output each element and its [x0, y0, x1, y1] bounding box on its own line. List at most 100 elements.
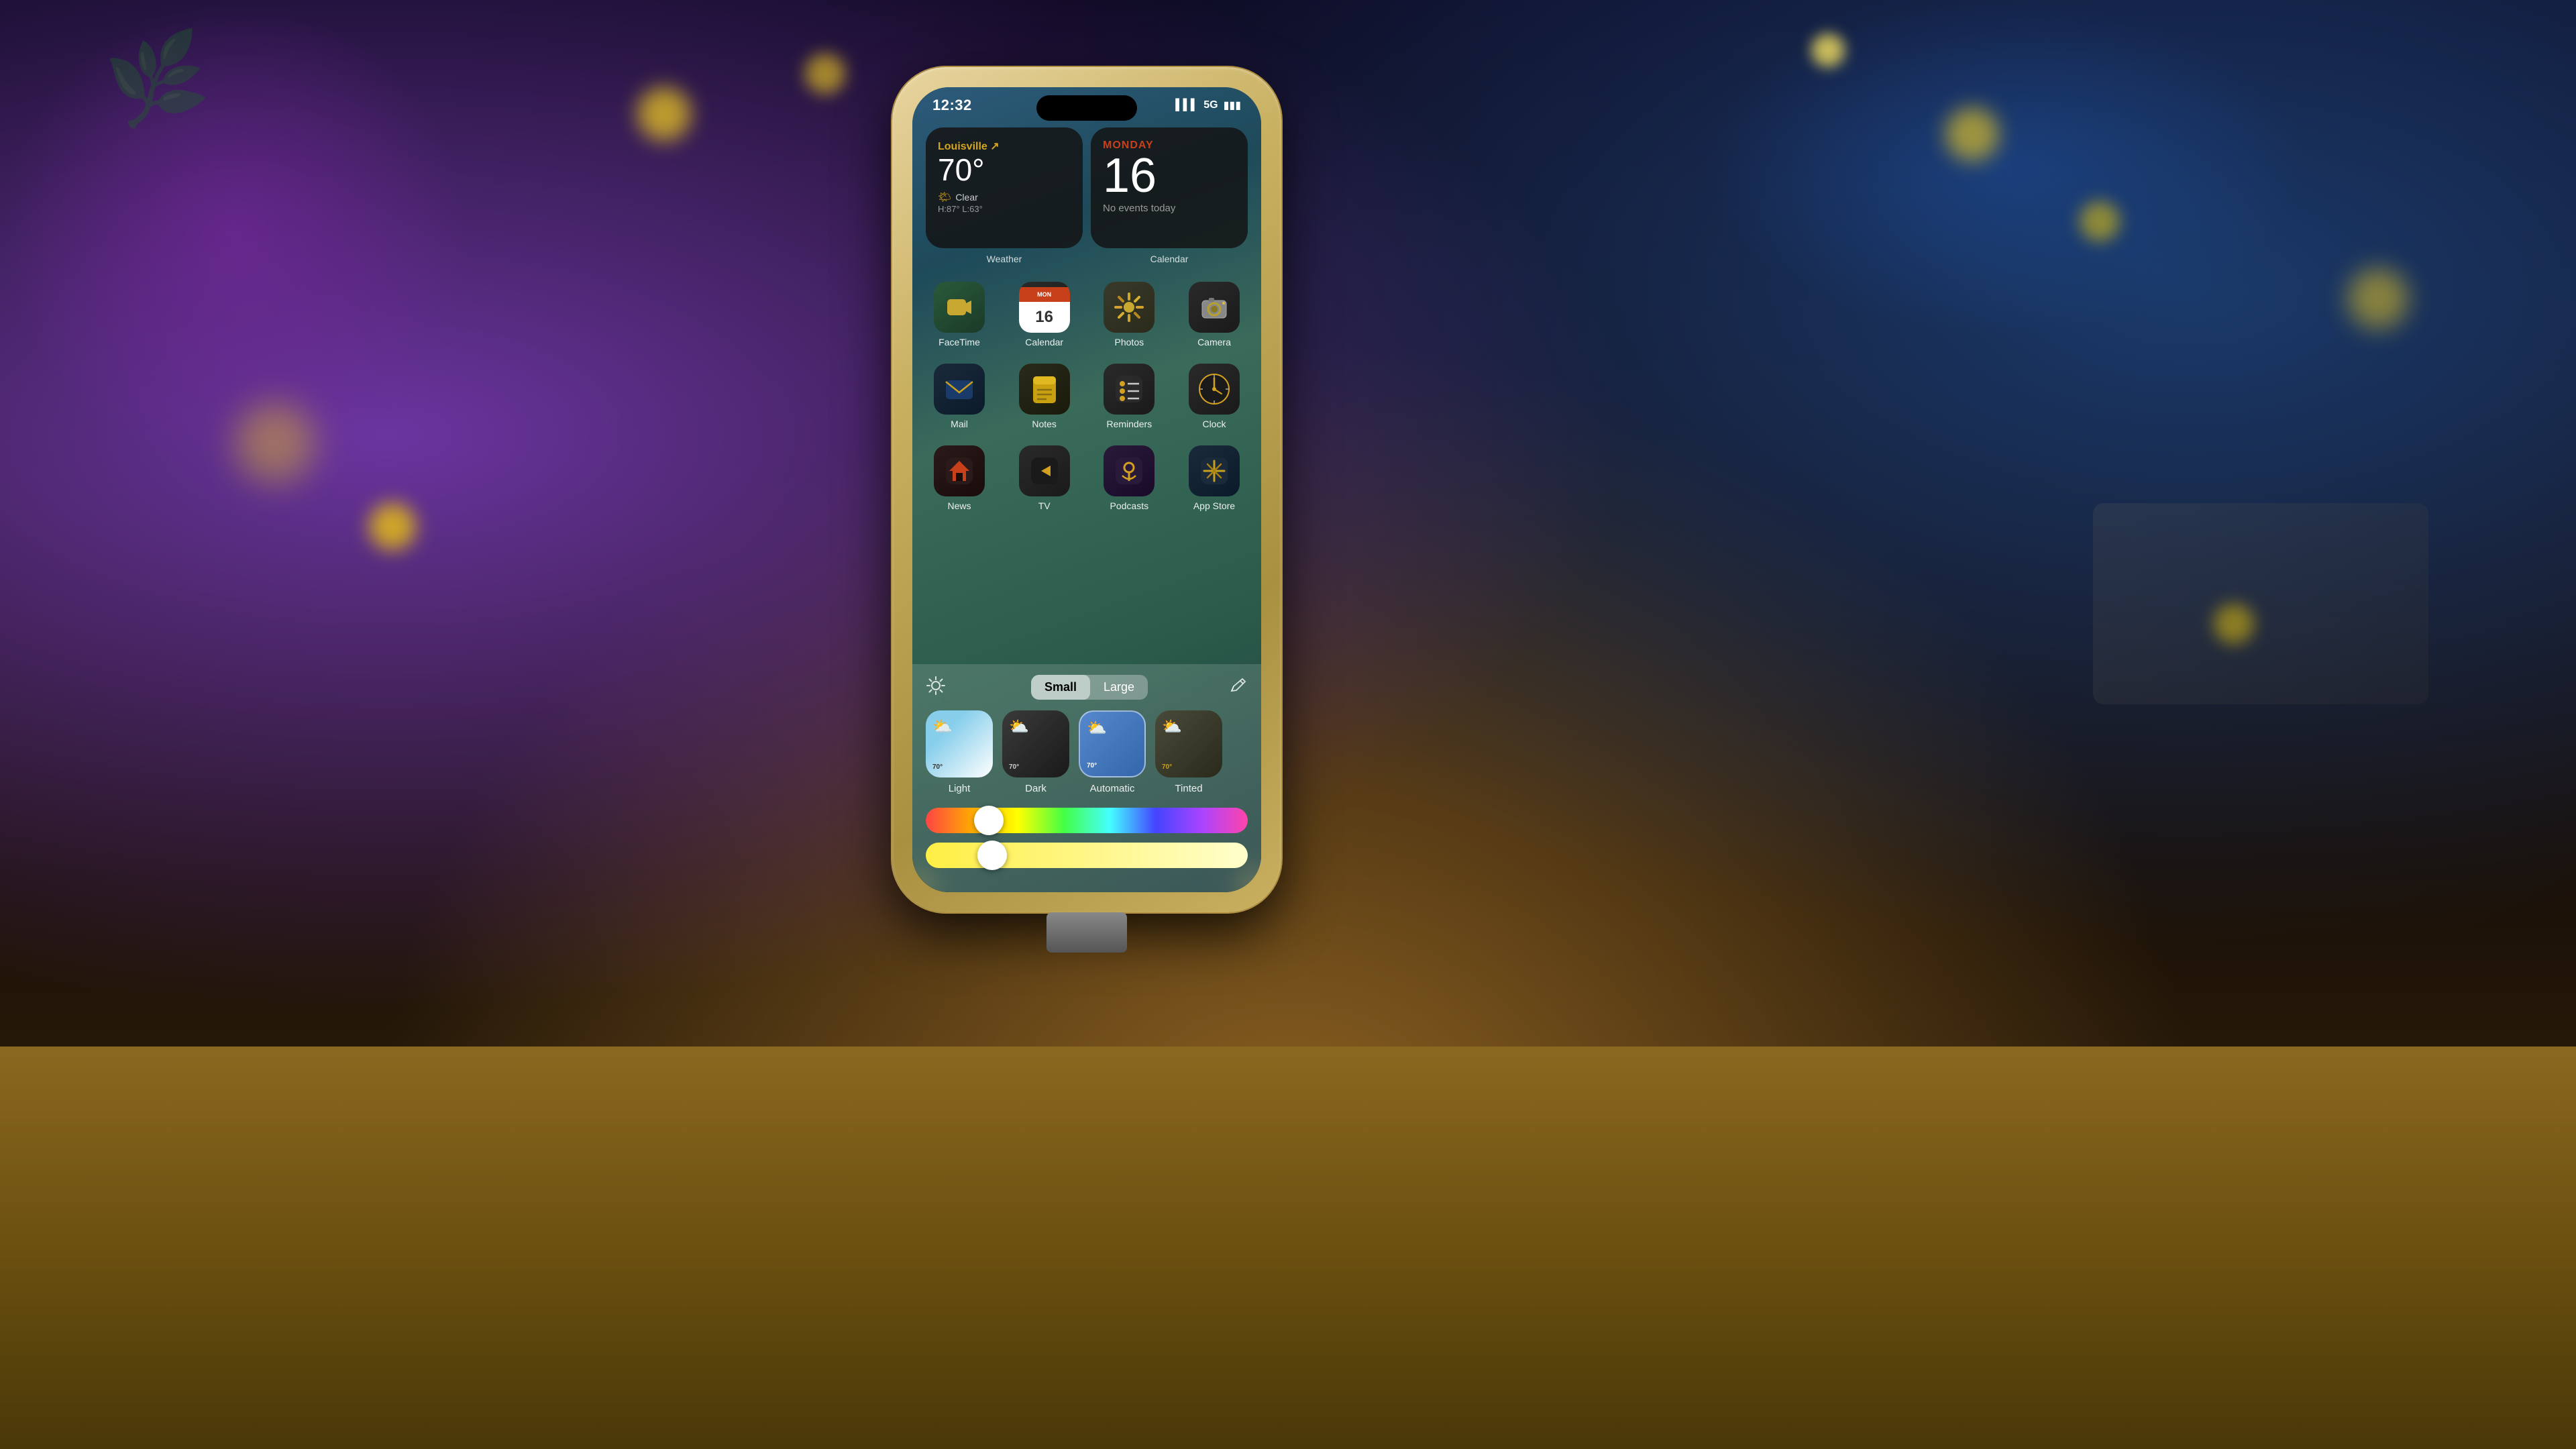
brightness-slider-thumb[interactable]: [977, 841, 1007, 870]
news-icon: [934, 445, 985, 496]
desk-item-right: [2093, 503, 2428, 704]
app-tv[interactable]: TV: [1011, 445, 1078, 511]
blue-glow: [1704, 0, 2308, 335]
weather-temp: 70°: [938, 154, 1071, 185]
calendar-date: 16: [1103, 152, 1236, 200]
tv-label: TV: [1038, 500, 1051, 511]
iphone-body: 12:32 ▌▌▌ 5G ▮▮▮ Louisville ↗ 70°: [892, 67, 1281, 912]
app-calendar[interactable]: MON 16 Calendar: [1011, 282, 1078, 347]
iphone-stand: [1046, 912, 1127, 953]
brightness-icon[interactable]: [926, 676, 950, 700]
app-facetime[interactable]: FaceTime: [926, 282, 993, 347]
bokeh-light-9: [2348, 268, 2408, 329]
calendar-app-icon: MON 16: [1019, 282, 1070, 333]
app-camera[interactable]: Camera: [1181, 282, 1248, 347]
widget-style-panel: Small Large: [912, 664, 1261, 892]
iphone-screen: 12:32 ▌▌▌ 5G ▮▮▮ Louisville ↗ 70°: [912, 87, 1261, 892]
app-clock[interactable]: Clock: [1181, 364, 1248, 429]
news-label: News: [947, 500, 971, 511]
photos-icon: [1104, 282, 1155, 333]
weather-condition: Clear: [955, 192, 977, 203]
purple-glow: [0, 0, 470, 470]
reminders-label: Reminders: [1106, 419, 1152, 429]
bokeh-light-7: [235, 402, 315, 483]
status-bar: 12:32 ▌▌▌ 5G ▮▮▮: [912, 87, 1261, 123]
widgets-area: Louisville ↗ 70° 🌤 Clear H:87° L:63° Wea…: [926, 127, 1248, 276]
brightness-slider[interactable]: [926, 843, 1248, 868]
app-photos[interactable]: Photos: [1095, 282, 1163, 347]
style-preview-light: ⛅ 70°: [926, 710, 993, 777]
plant-decoration: 🌿: [100, 25, 215, 136]
calendar-widget-label: Calendar: [1150, 254, 1189, 264]
iphone-device: 12:32 ▌▌▌ 5G ▮▮▮ Louisville ↗ 70°: [885, 54, 1288, 926]
style-label-tinted: Tinted: [1175, 783, 1202, 794]
style-option-dark[interactable]: ⛅ 70° Dark: [1002, 710, 1069, 794]
app-reminders[interactable]: Reminders: [1095, 364, 1163, 429]
cal-body-date: 16: [1019, 302, 1070, 333]
app-appstore[interactable]: App Store: [1181, 445, 1248, 511]
color-slider[interactable]: [926, 808, 1248, 833]
clock-label: Clock: [1202, 419, 1226, 429]
style-option-tinted[interactable]: ⛅ 70° Tinted: [1155, 710, 1222, 794]
widget-row-1: Louisville ↗ 70° 🌤 Clear H:87° L:63° Wea…: [926, 127, 1248, 268]
color-slider-container: [926, 808, 1248, 833]
signal-type: 5G: [1203, 99, 1218, 111]
appstore-icon: [1189, 445, 1240, 496]
bokeh-light-2: [805, 54, 845, 94]
calendar-widget[interactable]: MONDAY 16 No events today Calendar: [1091, 127, 1248, 248]
camera-icon: [1189, 282, 1240, 333]
color-slider-thumb[interactable]: [974, 806, 1004, 835]
battery-icon: ▮▮▮: [1224, 99, 1241, 112]
app-podcasts[interactable]: Podcasts: [1095, 445, 1163, 511]
style-label-dark: Dark: [1025, 783, 1046, 794]
app-news[interactable]: News: [926, 445, 993, 511]
panel-toolbar: Small Large: [926, 675, 1248, 700]
app-notes[interactable]: Notes: [1011, 364, 1078, 429]
mail-label: Mail: [951, 419, 968, 429]
pencil-icon[interactable]: [1229, 676, 1248, 699]
bokeh-light-8: [369, 503, 416, 550]
bokeh-light-5: [1945, 107, 1999, 161]
status-icons: ▌▌▌ 5G ▮▮▮: [1175, 99, 1241, 112]
style-preview-tinted: ⛅ 70°: [1155, 710, 1222, 777]
style-label-light: Light: [949, 783, 971, 794]
style-option-automatic[interactable]: ⛅ 70° Automatic: [1079, 710, 1146, 794]
podcasts-icon: [1104, 445, 1155, 496]
photos-label: Photos: [1115, 337, 1144, 347]
weather-city: Louisville ↗: [938, 140, 1071, 153]
style-label-automatic: Automatic: [1090, 783, 1135, 794]
cal-header-month: MON: [1019, 287, 1070, 302]
widget-styles: ⛅ 70° Light ⛅ 70°: [926, 710, 1248, 794]
bokeh-light-6: [2080, 201, 2120, 241]
dynamic-island: [1036, 95, 1137, 121]
size-small-button[interactable]: Small: [1031, 675, 1090, 700]
weather-widget[interactable]: Louisville ↗ 70° 🌤 Clear H:87° L:63° Wea…: [926, 127, 1083, 248]
notes-label: Notes: [1032, 419, 1057, 429]
facetime-icon: [934, 282, 985, 333]
brightness-slider-container: [926, 843, 1248, 868]
style-preview-dark: ⛅ 70°: [1002, 710, 1069, 777]
bokeh-light-1: [637, 87, 691, 141]
calendar-app-label: Calendar: [1025, 337, 1063, 347]
slider-yellow-track: [926, 843, 1248, 868]
size-large-button[interactable]: Large: [1090, 675, 1148, 700]
reminders-icon: [1104, 364, 1155, 415]
mail-icon: [934, 364, 985, 415]
weather-widget-label: Weather: [987, 254, 1022, 264]
style-preview-automatic: ⛅ 70°: [1079, 710, 1146, 777]
calendar-no-events: No events today: [1103, 203, 1236, 214]
size-toggle: Small Large: [1031, 675, 1148, 700]
podcasts-label: Podcasts: [1110, 500, 1149, 511]
app-row-3: News TV: [926, 445, 1248, 511]
style-option-light[interactable]: ⛅ 70° Light: [926, 710, 993, 794]
bokeh-light-4: [1811, 34, 1845, 67]
app-grid: FaceTime MON 16 Calendar: [926, 282, 1248, 527]
signal-bars-icon: ▌▌▌: [1175, 99, 1198, 111]
camera-label: Camera: [1197, 337, 1231, 347]
app-row-1: FaceTime MON 16 Calendar: [926, 282, 1248, 347]
weather-condition-row: 🌤 Clear: [938, 191, 1071, 204]
app-mail[interactable]: Mail: [926, 364, 993, 429]
status-time: 12:32: [932, 97, 972, 114]
facetime-label: FaceTime: [938, 337, 980, 347]
desk-surface: [0, 1046, 2576, 1449]
